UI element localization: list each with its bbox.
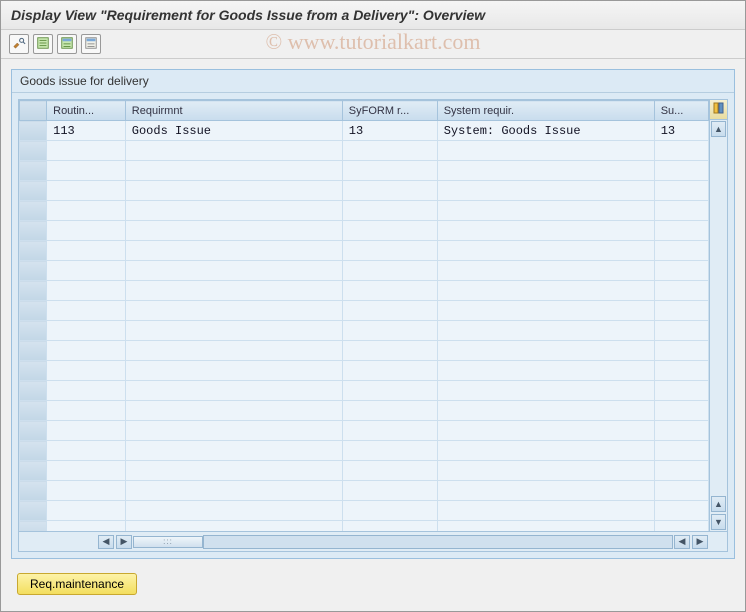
table-row[interactable] (20, 141, 709, 161)
table-row[interactable] (20, 181, 709, 201)
chevron-left-icon: ◀ (103, 536, 110, 547)
row-selector[interactable] (20, 261, 47, 281)
col-syform[interactable]: SyFORM r... (342, 101, 437, 121)
table-row[interactable] (20, 441, 709, 461)
table-row[interactable] (20, 461, 709, 481)
chevron-up-icon: ▲ (714, 499, 723, 509)
table-row[interactable] (20, 241, 709, 261)
hscroll-left-button-2[interactable]: ◀ (674, 535, 690, 549)
chevron-right-icon: ▶ (697, 536, 704, 547)
row-selector[interactable] (20, 181, 47, 201)
row-selector[interactable] (20, 421, 47, 441)
table-row[interactable] (20, 501, 709, 521)
hscroll-thumb[interactable]: ::: (133, 536, 203, 548)
deselect-all-button[interactable] (57, 34, 77, 54)
row-selector[interactable] (20, 341, 47, 361)
table-row[interactable]: 113Goods Issue13System: Goods Issue13 (20, 121, 709, 141)
data-table: Routin... Requirmnt SyFORM r... System r… (19, 100, 709, 531)
col-sysreq[interactable]: System requir. (437, 101, 654, 121)
table-row[interactable] (20, 261, 709, 281)
table-row[interactable] (20, 481, 709, 501)
req-maintenance-button[interactable]: Req.maintenance (17, 573, 137, 595)
table-row[interactable] (20, 401, 709, 421)
row-selector[interactable] (20, 401, 47, 421)
sheet-plain-icon (84, 36, 98, 53)
scroll-down-button[interactable]: ▼ (711, 514, 726, 530)
table-row[interactable] (20, 321, 709, 341)
detail-button[interactable] (81, 34, 101, 54)
table-row[interactable] (20, 301, 709, 321)
page-title: Display View "Requirement for Goods Issu… (1, 1, 745, 30)
row-selector-header[interactable] (20, 101, 47, 121)
hscroll-right-button[interactable]: ▶ (116, 535, 132, 549)
panel-title: Goods issue for delivery (12, 70, 734, 93)
horizontal-scroll: ◀ ▶ ::: ◀ ▶ (19, 531, 727, 551)
cell-su[interactable]: 13 (654, 121, 708, 141)
row-selector[interactable] (20, 221, 47, 241)
select-all-button[interactable] (33, 34, 53, 54)
toolbar (1, 30, 745, 59)
cell-syform[interactable]: 13 (342, 121, 437, 141)
table-row[interactable] (20, 521, 709, 532)
table-row[interactable] (20, 161, 709, 181)
row-selector[interactable] (20, 281, 47, 301)
col-su[interactable]: Su... (654, 101, 708, 121)
col-requirement[interactable]: Requirmnt (125, 101, 342, 121)
table-container: Routin... Requirmnt SyFORM r... System r… (18, 99, 728, 552)
scroll-up-button[interactable]: ▲ (711, 121, 726, 137)
row-selector[interactable] (20, 121, 47, 141)
row-selector[interactable] (20, 481, 47, 501)
sheet-green-icon (36, 36, 50, 53)
row-selector[interactable] (20, 141, 47, 161)
cell-sysreq[interactable]: System: Goods Issue (437, 121, 654, 141)
row-selector[interactable] (20, 381, 47, 401)
row-selector[interactable] (20, 201, 47, 221)
row-selector[interactable] (20, 161, 47, 181)
table-row[interactable] (20, 361, 709, 381)
cell-requirement[interactable]: Goods Issue (125, 121, 342, 141)
table-row[interactable] (20, 201, 709, 221)
scroll-track[interactable] (710, 138, 727, 495)
chevron-right-icon: ▶ (121, 536, 128, 547)
row-selector[interactable] (20, 441, 47, 461)
row-selector[interactable] (20, 521, 47, 532)
hscroll-right-button-2[interactable]: ▶ (692, 535, 708, 549)
row-selector[interactable] (20, 321, 47, 341)
chevron-down-icon: ▼ (714, 517, 723, 527)
table-row[interactable] (20, 221, 709, 241)
table-row[interactable] (20, 381, 709, 401)
cell-routine[interactable]: 113 (47, 121, 126, 141)
sheet-blue-icon (60, 36, 74, 53)
table-row[interactable] (20, 281, 709, 301)
table-row[interactable] (20, 421, 709, 441)
pencil-glasses-icon (12, 36, 26, 53)
table-header-row: Routin... Requirmnt SyFORM r... System r… (20, 101, 709, 121)
hscroll-track[interactable] (203, 535, 673, 549)
table-row[interactable] (20, 341, 709, 361)
row-selector[interactable] (20, 301, 47, 321)
table-config-button[interactable] (710, 100, 727, 120)
vertical-scroll: ▲ ▲ ▼ (709, 100, 727, 531)
scroll-up-button-2[interactable]: ▲ (711, 496, 726, 512)
chevron-left-icon: ◀ (679, 536, 686, 547)
col-routine[interactable]: Routin... (47, 101, 126, 121)
table-config-icon (713, 102, 725, 117)
row-selector[interactable] (20, 361, 47, 381)
row-selector[interactable] (20, 241, 47, 261)
hscroll-left-button[interactable]: ◀ (98, 535, 114, 549)
row-selector[interactable] (20, 501, 47, 521)
toggle-edit-button[interactable] (9, 34, 29, 54)
chevron-up-icon: ▲ (714, 124, 723, 134)
row-selector[interactable] (20, 461, 47, 481)
panel-goods-issue: Goods issue for delivery Routin... Requi… (11, 69, 735, 559)
